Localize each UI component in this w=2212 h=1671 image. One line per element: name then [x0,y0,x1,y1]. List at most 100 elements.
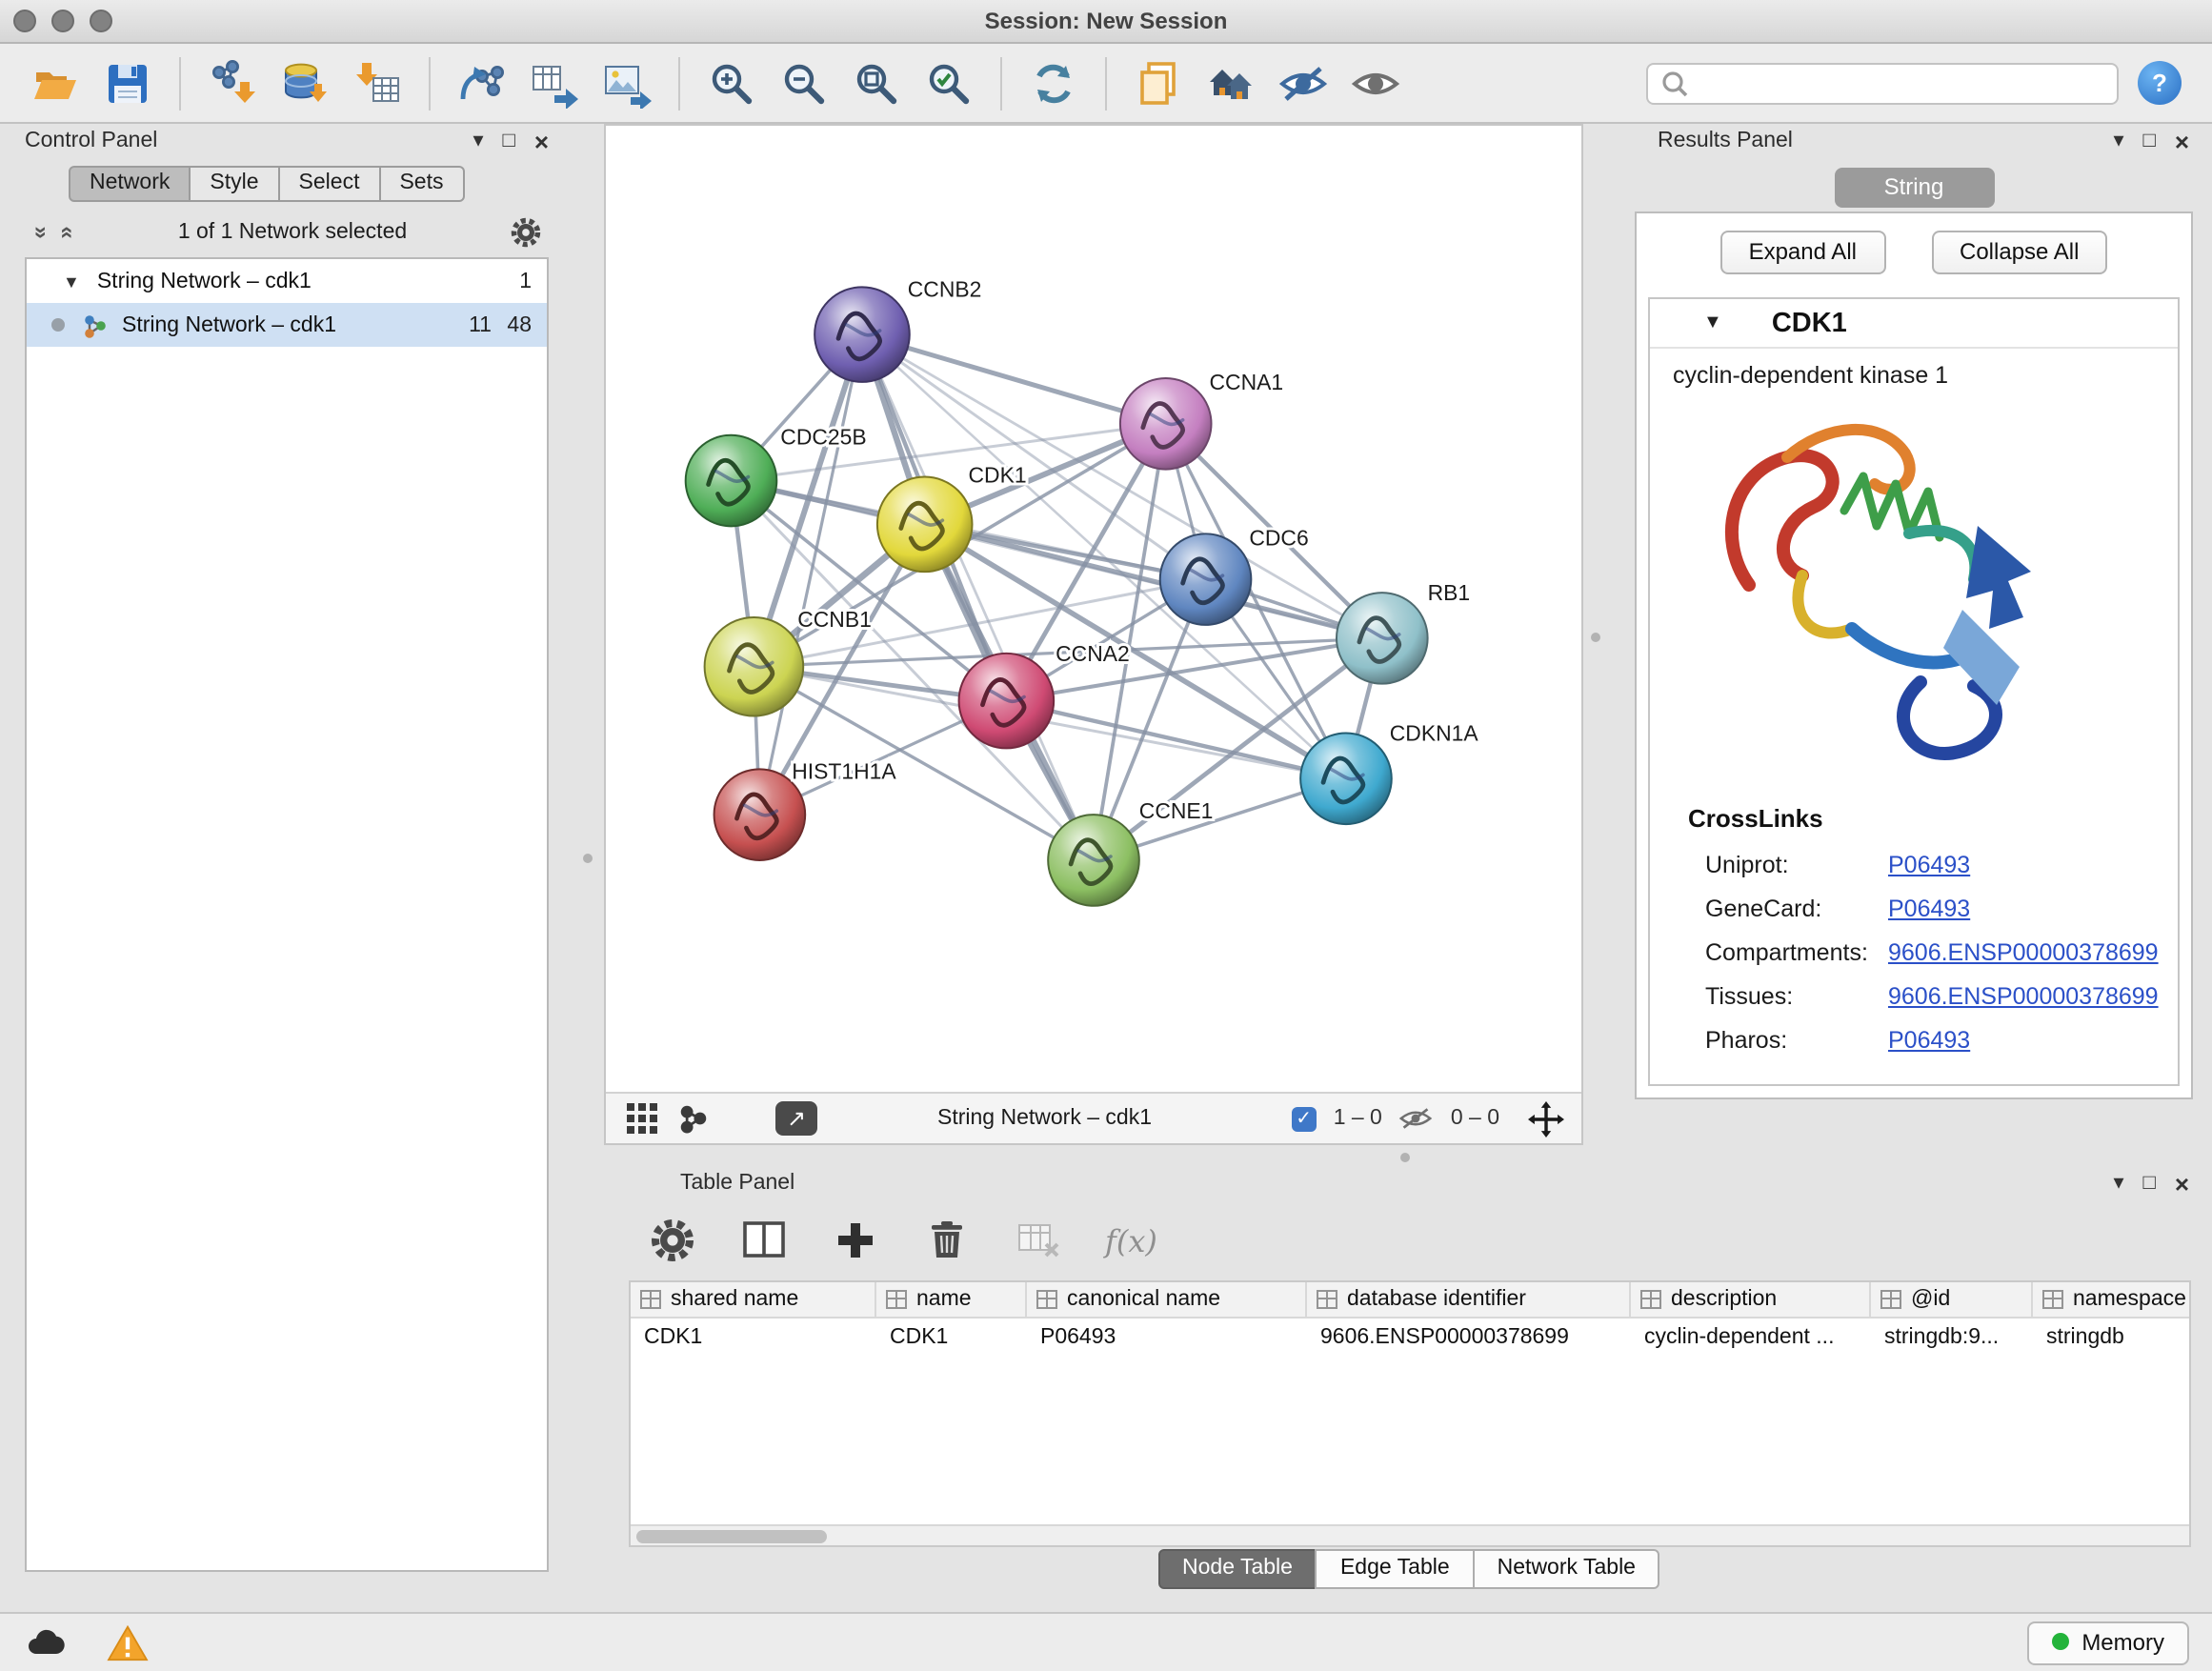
tab-network-table[interactable]: Network Table [1473,1549,1660,1589]
export-view-button[interactable]: ↗ [775,1101,817,1136]
expand-all-icon[interactable]: » [51,221,78,244]
refresh-button[interactable] [1023,52,1084,113]
tab-string[interactable]: String [1834,168,1994,208]
import-network-database-button[interactable] [274,52,335,113]
collapse-panel-button[interactable]: ▾ [473,131,483,151]
export-image-button[interactable] [596,52,657,113]
import-network-file-button[interactable] [202,52,263,113]
tab-edge-table[interactable]: Edge Table [1316,1549,1475,1589]
function-builder-button[interactable]: f(x) [1105,1222,1157,1258]
tree-expand-icon[interactable]: ▼ [63,272,80,291]
pan-crosshair-icon[interactable] [1528,1100,1564,1137]
zoom-selected-button[interactable] [918,52,979,113]
horizontal-scrollbar[interactable] [631,1524,2189,1545]
add-column-icon[interactable] [831,1216,880,1265]
column-header-@id[interactable]: @id [1871,1282,2033,1317]
labels-visibility-button[interactable] [1273,52,1334,113]
float-panel-button[interactable]: □ [503,131,515,151]
window-close-button[interactable] [13,10,36,32]
network-node-cdc25b[interactable] [686,435,777,527]
cloud-icon[interactable] [23,1623,69,1661]
string-home-button[interactable] [1200,52,1261,113]
close-panel-button[interactable]: × [534,129,549,153]
expand-all-button[interactable]: Expand All [1720,231,1885,274]
network-node-cdkn1a[interactable] [1300,733,1392,824]
scrollbar-thumb[interactable] [636,1530,827,1543]
collapse-all-button[interactable]: Collapse All [1931,231,2107,274]
search-box[interactable] [1646,62,2119,104]
close-panel-button[interactable]: × [2175,1171,2189,1196]
network-edge[interactable] [1006,701,1346,779]
zoom-in-button[interactable] [701,52,762,113]
network-node-cdk1[interactable] [877,477,973,573]
crosslink-value-link[interactable]: 9606.ENSP00000378699 [1888,982,2159,1009]
warning-icon[interactable] [107,1623,149,1661]
gear-icon[interactable] [509,215,543,250]
import-table-file-button[interactable] [347,52,408,113]
column-header-canonical-name[interactable]: canonical name [1027,1282,1307,1317]
window-minimize-button[interactable] [51,10,74,32]
protein-header[interactable]: ▼ CDK1 [1650,299,2178,349]
window-zoom-button[interactable] [90,10,112,32]
float-panel-button[interactable]: □ [2143,131,2156,151]
network-node-ccna1[interactable] [1120,378,1212,470]
collapse-section-icon[interactable]: ▼ [1703,312,1722,333]
save-session-button[interactable] [97,52,158,113]
column-header-name[interactable]: name [876,1282,1027,1317]
crosslink-value-link[interactable]: 9606.ENSP00000378699 [1888,938,2159,965]
network-node-ccnb2[interactable] [814,287,910,382]
network-edge[interactable] [862,334,1094,860]
memory-button[interactable]: Memory [2026,1621,2189,1664]
zoom-out-button[interactable] [774,52,835,113]
table-cell[interactable]: 9606.ENSP00000378699 [1307,1319,1631,1359]
tab-sets[interactable]: Sets [380,166,464,202]
zoom-fit-button[interactable] [846,52,907,113]
collapse-panel-button[interactable]: ▾ [2113,131,2123,151]
tab-style[interactable]: Style [191,166,279,202]
column-header-namespace[interactable]: namespace [2033,1282,2191,1317]
network-collection-row[interactable]: ▼ String Network – cdk1 1 [27,259,547,303]
delete-column-trash-icon[interactable] [922,1216,972,1265]
network-node-ccnb1[interactable] [705,617,804,716]
tab-select[interactable]: Select [280,166,381,202]
tab-node-table[interactable]: Node Table [1157,1549,1317,1589]
open-session-button[interactable] [25,52,86,113]
network-row-selected[interactable]: String Network – cdk1 11 48 [27,303,547,347]
export-table-button[interactable] [524,52,585,113]
close-panel-button[interactable]: × [2175,129,2189,153]
vertical-splitter-handle[interactable] [1591,633,1600,642]
left-splitter-handle[interactable] [583,854,593,863]
hidden-eye-icon[interactable] [1399,1105,1434,1132]
export-network-button[interactable] [452,52,513,113]
tab-network[interactable]: Network [69,166,191,202]
network-node-ccna2[interactable] [959,654,1055,749]
search-input[interactable] [1699,70,2105,96]
network-overview-icon[interactable] [678,1103,709,1134]
collapse-panel-button[interactable]: ▾ [2113,1173,2123,1194]
table-cell[interactable]: CDK1 [876,1319,1027,1359]
table-row[interactable]: CDK1CDK1P064939606.ENSP00000378699cyclin… [631,1319,2189,1359]
table-cell[interactable]: CDK1 [631,1319,876,1359]
crosslink-value-link[interactable]: P06493 [1888,1026,1970,1053]
column-header-database-identifier[interactable]: database identifier [1307,1282,1631,1317]
graphics-details-button[interactable] [1345,52,1406,113]
crosslink-value-link[interactable]: P06493 [1888,895,1970,921]
network-canvas[interactable]: CCNB2CCNA1CDC25BCDK1CDC6RB1CCNB1CCNA2CDK… [606,126,1581,1092]
network-node-ccne1[interactable] [1048,815,1139,906]
crosslink-value-link[interactable]: P06493 [1888,851,1970,877]
column-header-description[interactable]: description [1631,1282,1871,1317]
table-cell[interactable]: stringdb [2033,1319,2191,1359]
table-cell[interactable]: cyclin-dependent ... [1631,1319,1871,1359]
column-header-shared-name[interactable]: shared name [631,1282,876,1317]
grid-view-icon[interactable] [623,1099,661,1137]
table-cell[interactable]: stringdb:9... [1871,1319,2033,1359]
help-button[interactable]: ? [2138,61,2182,105]
duplicate-document-button[interactable] [1128,52,1189,113]
network-node-rb1[interactable] [1337,593,1428,684]
horizontal-splitter-handle[interactable] [1400,1153,1410,1162]
table-cell[interactable]: P06493 [1027,1319,1307,1359]
selected-checkbox[interactable]: ✓ [1292,1106,1317,1131]
show-columns-icon[interactable] [739,1216,789,1265]
table-settings-gear-icon[interactable] [648,1216,697,1265]
float-panel-button[interactable]: □ [2143,1173,2156,1194]
